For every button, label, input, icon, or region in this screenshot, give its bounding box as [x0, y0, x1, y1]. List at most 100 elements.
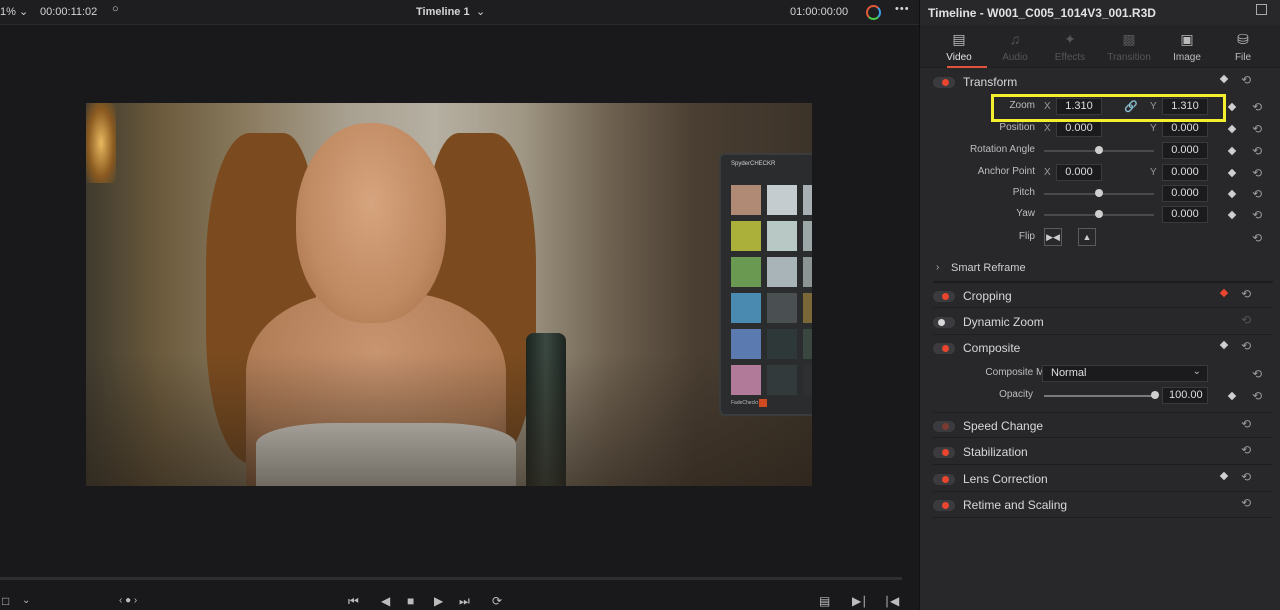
chevron-down-icon[interactable]: ⌄: [476, 5, 485, 18]
slider-thumb[interactable]: [1095, 146, 1103, 154]
flip-label: Flip: [1018, 231, 1035, 242]
scrub-bar[interactable]: [0, 577, 902, 580]
reset-icon[interactable]: ⟲: [1241, 339, 1251, 353]
keyframe-icon[interactable]: [1219, 74, 1229, 84]
speed-change-toggle[interactable]: [933, 421, 955, 432]
window-toggle-icon[interactable]: [1256, 4, 1267, 15]
reset-icon[interactable]: ⟲: [1252, 144, 1262, 158]
reset-icon[interactable]: ⟲: [1241, 443, 1251, 457]
axis-y: Y: [1150, 167, 1157, 178]
keyframe-icon[interactable]: [1227, 124, 1237, 134]
section-speed-change[interactable]: Speed Change ⟲: [933, 412, 1273, 438]
section-smart-reframe[interactable]: › Smart Reframe: [933, 256, 1273, 282]
swatch: [731, 185, 761, 215]
tab-audio[interactable]: ♫ Audio: [986, 25, 1044, 67]
slider-thumb[interactable]: [1151, 391, 1159, 399]
section-lens-correction[interactable]: Lens Correction ⟲: [933, 466, 1273, 492]
opacity-slider[interactable]: [1044, 395, 1154, 397]
cropping-toggle[interactable]: [933, 291, 955, 302]
anchor-x-field[interactable]: 0.000: [1056, 164, 1102, 181]
go-to-end-icon[interactable]: ⏭: [459, 595, 470, 607]
reset-icon[interactable]: ⟲: [1241, 417, 1251, 431]
reset-icon[interactable]: ⟲: [1252, 367, 1262, 381]
color-wheel-icon[interactable]: [866, 5, 881, 20]
keyframe-icon[interactable]: [1219, 471, 1229, 481]
reset-icon[interactable]: ⟲: [1241, 287, 1251, 301]
swatch: [803, 185, 812, 215]
composite-toggle[interactable]: [933, 343, 955, 354]
chevron-down-icon[interactable]: ⌄: [22, 595, 30, 607]
position-y-field[interactable]: 0.000: [1162, 120, 1208, 137]
swatch: [803, 221, 812, 251]
swatch: [767, 221, 797, 251]
section-dynamic-zoom[interactable]: Dynamic Zoom ⟲: [933, 309, 1273, 335]
play-icon[interactable]: ▶: [434, 595, 443, 607]
reset-icon[interactable]: ⟲: [1241, 470, 1251, 484]
slider-thumb[interactable]: [1095, 189, 1103, 197]
loop-icon[interactable]: ⟳: [492, 595, 502, 607]
keyframe-icon[interactable]: [1219, 288, 1229, 298]
mark-in-icon[interactable]: ▶∣: [852, 595, 867, 607]
position-label: Position: [999, 122, 1035, 133]
composite-mode-select[interactable]: Normal ⌄: [1042, 365, 1208, 382]
slider-thumb[interactable]: [1095, 210, 1103, 218]
section-stabilization[interactable]: Stabilization ⟲: [933, 439, 1273, 465]
lens-correction-toggle[interactable]: [933, 474, 955, 485]
section-title: Cropping: [963, 289, 1012, 303]
rotation-field[interactable]: 0.000: [1162, 142, 1208, 159]
dynamic-zoom-toggle[interactable]: [933, 317, 955, 328]
stop-icon[interactable]: ■: [407, 595, 414, 607]
rotation-label: Rotation Angle: [969, 144, 1035, 155]
transform-toggle[interactable]: [933, 77, 955, 88]
position-x-field[interactable]: 0.000: [1056, 120, 1102, 137]
reset-icon[interactable]: ⟲: [1252, 231, 1262, 245]
retime-toggle[interactable]: [933, 500, 955, 511]
reset-icon[interactable]: ⟲: [1252, 122, 1262, 136]
section-cropping[interactable]: Cropping ⟲: [933, 282, 1273, 308]
tab-image[interactable]: ▣ Image: [1158, 25, 1216, 67]
keyframe-icon[interactable]: [1219, 340, 1229, 350]
tab-transition[interactable]: ▩ Transition: [1100, 25, 1158, 67]
color-checker-chart: SpyderCHECKR FadeCheckr: [719, 153, 812, 416]
play-reverse-icon[interactable]: ◀: [381, 595, 390, 607]
tab-effects[interactable]: ✦ Effects: [1041, 25, 1099, 67]
keyframe-icon[interactable]: [1227, 168, 1237, 178]
match-frame-icon[interactable]: ▤: [819, 595, 830, 607]
reset-icon[interactable]: ⟲: [1252, 208, 1262, 222]
jog-control[interactable]: ‹ ● ›: [119, 595, 137, 607]
reset-icon[interactable]: ⟲: [1241, 73, 1251, 87]
keyframe-icon[interactable]: [1227, 189, 1237, 199]
timeline-selector[interactable]: Timeline 1: [416, 6, 470, 18]
opacity-field[interactable]: 100.00: [1162, 387, 1208, 404]
yaw-field[interactable]: 0.000: [1162, 206, 1208, 223]
chevron-down-icon[interactable]: ⌄: [19, 5, 28, 18]
pitch-field[interactable]: 0.000: [1162, 185, 1208, 202]
go-to-start-icon[interactable]: ⏮: [348, 595, 359, 607]
keyframe-icon[interactable]: [1227, 146, 1237, 156]
tab-video[interactable]: ▤ Video: [930, 25, 988, 67]
flip-vertical-button[interactable]: ▲: [1078, 228, 1096, 246]
tab-label: File: [1234, 52, 1252, 63]
keyframe-icon[interactable]: [1227, 391, 1237, 401]
active-tab-indicator: [947, 66, 987, 68]
section-transform[interactable]: Transform ⟲: [933, 69, 1273, 95]
reset-icon[interactable]: ⟲: [1252, 187, 1262, 201]
anchor-y-field[interactable]: 0.000: [1162, 164, 1208, 181]
reset-icon[interactable]: ⟲: [1252, 166, 1262, 180]
mark-out-icon[interactable]: ∣◀: [884, 595, 899, 607]
viewer-mode-icon[interactable]: □: [2, 595, 9, 607]
flip-horizontal-button[interactable]: ▶◀: [1044, 228, 1062, 246]
section-retime-scaling[interactable]: Retime and Scaling ⟲: [933, 492, 1273, 518]
section-composite[interactable]: Composite ⟲: [933, 335, 1273, 361]
reset-icon[interactable]: ⟲: [1241, 496, 1251, 510]
video-frame[interactable]: SpyderCHECKR FadeCheckr: [86, 103, 812, 486]
reset-icon[interactable]: ⟲: [1252, 100, 1262, 114]
stabilization-toggle[interactable]: [933, 447, 955, 458]
reset-icon[interactable]: ⟲: [1252, 389, 1262, 403]
keyframe-icon[interactable]: [1227, 210, 1237, 220]
keyframe-icon[interactable]: [1227, 102, 1237, 112]
tab-file[interactable]: ⛁ File: [1214, 25, 1272, 67]
reset-icon[interactable]: ⟲: [1241, 313, 1251, 327]
more-options-button[interactable]: •••: [895, 3, 910, 15]
viewer-zoom-label[interactable]: 1%: [0, 6, 16, 18]
